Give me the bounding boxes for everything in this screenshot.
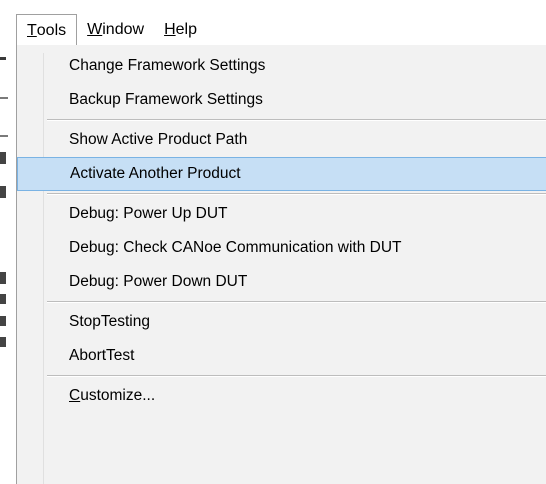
background-fragment <box>0 135 8 137</box>
menu-item-activate-another-product[interactable]: Activate Another Product <box>17 157 546 191</box>
menu-window-label: indow <box>102 21 145 38</box>
menu-tools-mnemonic: T <box>27 21 37 39</box>
menu-item-abort-test[interactable]: AbortTest <box>17 339 546 373</box>
background-fragment <box>0 272 6 284</box>
menu-item-label: Debug: Power Down DUT <box>69 273 248 290</box>
screen: Tools Window Help Change Framework Setti… <box>0 0 546 484</box>
menu-item-debug-power-down-dut[interactable]: Debug: Power Down DUT <box>17 265 546 299</box>
tools-dropdown-menu: Change Framework Settings Backup Framewo… <box>16 45 546 484</box>
menu-item-customize[interactable]: Customize... <box>17 379 546 413</box>
menu-window-mnemonic: W <box>87 21 103 38</box>
menu-item-label: Debug: Check CANoe Communication with DU… <box>69 239 402 256</box>
menu-item-change-framework-settings[interactable]: Change Framework Settings <box>17 49 546 83</box>
menu-item-stop-testing[interactable]: StopTesting <box>17 305 546 339</box>
background-fragment <box>0 97 8 99</box>
menu-item-label: StopTesting <box>69 313 150 330</box>
menu-window[interactable]: Window <box>77 14 154 46</box>
menu-item-label: AbortTest <box>69 347 135 364</box>
menu-item-label: Activate Another Product <box>70 165 241 182</box>
menu-bar: Tools Window Help <box>0 14 546 46</box>
background-fragment <box>0 57 6 60</box>
background-fragment <box>0 316 6 326</box>
menu-item-mnemonic: C <box>69 387 81 404</box>
background-fragment <box>0 186 6 198</box>
background-fragment <box>0 152 6 164</box>
menu-item-debug-power-up-dut[interactable]: Debug: Power Up DUT <box>17 197 546 231</box>
menu-help[interactable]: Help <box>154 14 207 46</box>
menu-help-label: elp <box>175 21 197 38</box>
background-fragment <box>0 337 6 347</box>
background-window <box>0 0 14 484</box>
menu-item-label: Backup Framework Settings <box>69 91 263 108</box>
menu-item-label: Debug: Power Up DUT <box>69 205 228 222</box>
menu-item-label: Show Active Product Path <box>69 131 248 148</box>
menu-item-label: ustomize... <box>80 387 156 404</box>
menu-item-show-active-product-path[interactable]: Show Active Product Path <box>17 123 546 157</box>
menu-item-debug-check-canoe-communication[interactable]: Debug: Check CANoe Communication with DU… <box>17 231 546 265</box>
menu-help-mnemonic: H <box>164 21 176 38</box>
tools-menu-list: Change Framework Settings Backup Framewo… <box>17 49 546 413</box>
background-fragment <box>0 294 6 304</box>
menu-tools[interactable]: Tools <box>16 14 78 46</box>
menu-item-backup-framework-settings[interactable]: Backup Framework Settings <box>17 83 546 117</box>
menu-item-label: Change Framework Settings <box>69 57 266 74</box>
menu-tools-label: ools <box>36 21 67 39</box>
